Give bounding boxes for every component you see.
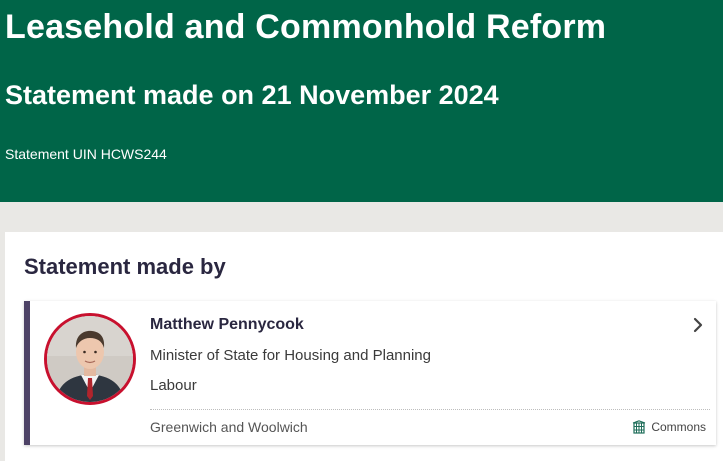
portcullis-icon — [633, 420, 646, 434]
member-card[interactable]: Matthew Pennycook Minister of State for … — [24, 301, 716, 445]
chevron-right-icon[interactable] — [690, 317, 706, 333]
house-indicator: Commons — [632, 418, 706, 436]
member-portrait-icon — [47, 316, 133, 402]
member-avatar — [44, 313, 136, 405]
statement-uin: Statement UIN HCWS244 — [5, 146, 167, 162]
statement-date: Statement made on 21 November 2024 — [5, 80, 499, 110]
card-divider — [150, 409, 710, 410]
house-label: Commons — [651, 420, 706, 434]
member-name: Matthew Pennycook — [150, 316, 304, 333]
page-header: Leasehold and Commonhold Reform Statemen… — [0, 0, 723, 202]
page-title: Leasehold and Commonhold Reform — [5, 8, 607, 46]
statement-made-by-heading: Statement made by — [24, 254, 226, 279]
member-party: Labour — [150, 377, 197, 394]
member-role: Minister of State for Housing and Planni… — [150, 347, 431, 364]
statement-made-by-panel: Statement made by Matthew Pennycook Mini… — [5, 232, 723, 461]
member-constituency: Greenwich and Woolwich — [150, 419, 308, 435]
